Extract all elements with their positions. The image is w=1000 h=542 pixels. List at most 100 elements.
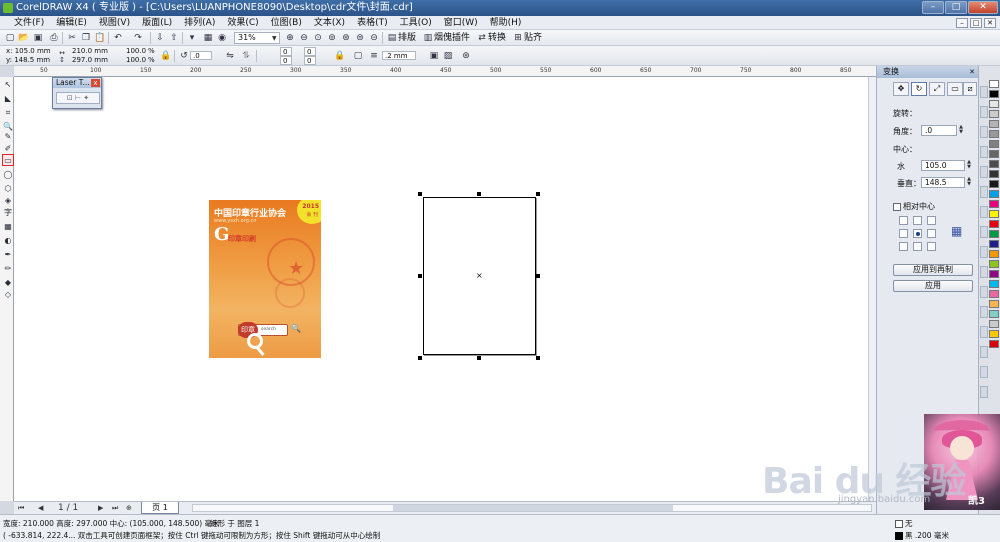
laser-panel-close-icon[interactable]: x <box>91 79 100 87</box>
ellipse-tool-icon[interactable]: ◯ <box>2 169 14 181</box>
size-tab-icon[interactable]: ▭ <box>947 82 963 96</box>
polygon-tool-icon[interactable]: ⬡ <box>2 183 14 195</box>
position-tab-icon[interactable]: ✥ <box>893 82 909 96</box>
corner-bottom-right-field[interactable]: 0 <box>304 56 316 65</box>
wrap-text-icon[interactable]: ≡ <box>368 50 380 62</box>
open-icon[interactable]: 📂 <box>18 32 30 44</box>
palette-swatch[interactable] <box>989 340 999 348</box>
palette-swatch[interactable] <box>989 90 999 98</box>
text-tool-icon[interactable]: 字 <box>2 207 14 219</box>
convert-to-curves-icon[interactable]: ⊛ <box>460 50 472 62</box>
print-icon[interactable]: ⎙ <box>48 32 60 44</box>
doc-close-button[interactable]: ✕ <box>984 17 996 28</box>
anchor-cell-selected[interactable] <box>913 229 922 238</box>
corner-top-left-field[interactable]: 0 <box>280 47 292 56</box>
angle-field[interactable]: .0 <box>921 125 957 136</box>
crop-tool-icon[interactable]: ⌗ <box>2 107 14 119</box>
laser-tools-panel[interactable]: Laser T... x ⊡ ⊢ ✦ <box>52 77 102 109</box>
to-back-icon[interactable]: ▨ <box>442 50 454 62</box>
horizontal-spinner-icon[interactable]: ▲ ▼ <box>965 160 973 171</box>
palette-swatch[interactable] <box>989 100 999 108</box>
corner-top-right-field[interactable]: 0 <box>304 47 316 56</box>
palette-swatch[interactable] <box>989 320 999 328</box>
relative-center-checkbox[interactable]: 相对中心 <box>893 201 935 212</box>
menu-file[interactable]: 文件(F) <box>2 16 50 30</box>
corner-lock-icon[interactable]: 🔒 <box>334 50 346 62</box>
anchor-cell[interactable] <box>899 216 908 225</box>
horizontal-field[interactable]: 105.0 <box>921 160 965 171</box>
handle-bottom-left[interactable] <box>418 356 422 360</box>
table-tool-icon[interactable]: ▦ <box>2 221 14 233</box>
zoom-in-icon[interactable]: ⊕ <box>284 32 296 44</box>
fill-tool-icon[interactable]: ◆ <box>2 277 14 289</box>
convert-icon[interactable]: ⇄ <box>476 32 488 44</box>
scale-corners-icon[interactable]: ▢ <box>352 50 364 62</box>
handle-bottom[interactable] <box>477 356 481 360</box>
interactive-fill-icon[interactable]: ◇ <box>2 289 14 301</box>
horizontal-scrollbar[interactable] <box>192 504 872 512</box>
anchor-cell[interactable] <box>927 216 936 225</box>
doc-restore-button[interactable]: □ <box>970 17 982 28</box>
undo-icon[interactable]: ↶ <box>112 32 124 44</box>
to-front-icon[interactable]: ▣ <box>428 50 440 62</box>
layout-button[interactable]: 排版 <box>398 30 416 46</box>
cover-artwork[interactable]: 2015 会 刊 中国印章行业协会 www.ysxh.org.cn G 印章印刷… <box>209 200 321 358</box>
palette-swatch[interactable] <box>989 160 999 168</box>
redo-icon[interactable]: ↷ <box>132 32 144 44</box>
palette-swatch[interactable] <box>989 180 999 188</box>
plugin-icon[interactable]: ▥ <box>422 32 434 44</box>
docker-side-tab[interactable] <box>980 206 988 218</box>
outline-indicator[interactable]: 黑 .200 毫米 <box>895 530 949 541</box>
docker-side-tab[interactable] <box>980 166 988 178</box>
palette-swatch[interactable] <box>989 120 999 128</box>
page-last-icon[interactable]: ⏭ <box>112 503 118 514</box>
maximize-button[interactable]: □ <box>945 1 967 14</box>
docker-side-tab[interactable] <box>980 246 988 258</box>
scale-tab-icon[interactable]: ⤢ <box>929 82 945 96</box>
docker-side-tab[interactable] <box>980 286 988 298</box>
vertical-spinner-icon[interactable]: ▲ ▼ <box>965 177 973 188</box>
palette-swatch[interactable] <box>989 110 999 118</box>
docker-close-icon[interactable]: ✕ <box>968 68 976 76</box>
horizontal-scroll-thumb[interactable] <box>393 505 673 511</box>
anchor-cell[interactable] <box>913 216 922 225</box>
rotate-tab-icon[interactable]: ↻ <box>911 82 927 96</box>
interactive-blend-icon[interactable]: ◐ <box>2 235 14 247</box>
handle-left[interactable] <box>418 274 422 278</box>
palette-swatch[interactable] <box>989 250 999 258</box>
page-tab-1[interactable]: 页 1 <box>141 502 179 514</box>
lock-ratio-icon[interactable]: 🔒 <box>160 50 172 62</box>
anchor-cell[interactable] <box>899 242 908 251</box>
menu-text[interactable]: 文本(X) <box>308 16 351 30</box>
docker-side-tab[interactable] <box>980 266 988 278</box>
palette-swatch[interactable] <box>989 170 999 178</box>
docker-side-tab[interactable] <box>980 346 988 358</box>
fill-indicator[interactable]: 无 <box>895 518 913 529</box>
palette-swatch[interactable] <box>989 220 999 228</box>
scale-width[interactable]: 100.0 <box>126 47 146 56</box>
docker-side-tab[interactable] <box>980 106 988 118</box>
anchor-cell[interactable] <box>913 242 922 251</box>
zoom-out-icon[interactable]: ⊖ <box>298 32 310 44</box>
page-first-icon[interactable]: ⏮ <box>18 503 24 514</box>
minimize-button[interactable]: – <box>922 1 944 14</box>
palette-swatch[interactable] <box>989 310 999 318</box>
y-position[interactable]: y: 148.5 mm <box>6 56 50 65</box>
outline-tool-icon[interactable]: ✏ <box>2 263 14 275</box>
menu-edit[interactable]: 编辑(E) <box>50 16 93 30</box>
docker-side-tab[interactable] <box>980 146 988 158</box>
angle-spinner-icon[interactable]: ▲ ▼ <box>957 125 965 136</box>
apply-to-duplicate-button[interactable]: 应用到再制 <box>893 264 973 276</box>
menu-view[interactable]: 视图(V) <box>93 16 136 30</box>
skew-tab-icon[interactable]: ⧄ <box>963 82 977 96</box>
palette-swatch[interactable] <box>989 80 999 88</box>
zoom-selected-icon[interactable]: ⊙ <box>312 32 324 44</box>
mirror-h-icon[interactable]: ⇋ <box>224 50 236 62</box>
docker-side-tab[interactable] <box>980 306 988 318</box>
scale-height[interactable]: 100.0 <box>126 56 146 65</box>
palette-swatch[interactable] <box>989 190 999 198</box>
page-next-icon[interactable]: ▶ <box>98 503 103 514</box>
menu-help[interactable]: 帮助(H) <box>484 16 528 30</box>
corner-bottom-left-field[interactable]: 0 <box>280 56 292 65</box>
palette-swatch[interactable] <box>989 300 999 308</box>
